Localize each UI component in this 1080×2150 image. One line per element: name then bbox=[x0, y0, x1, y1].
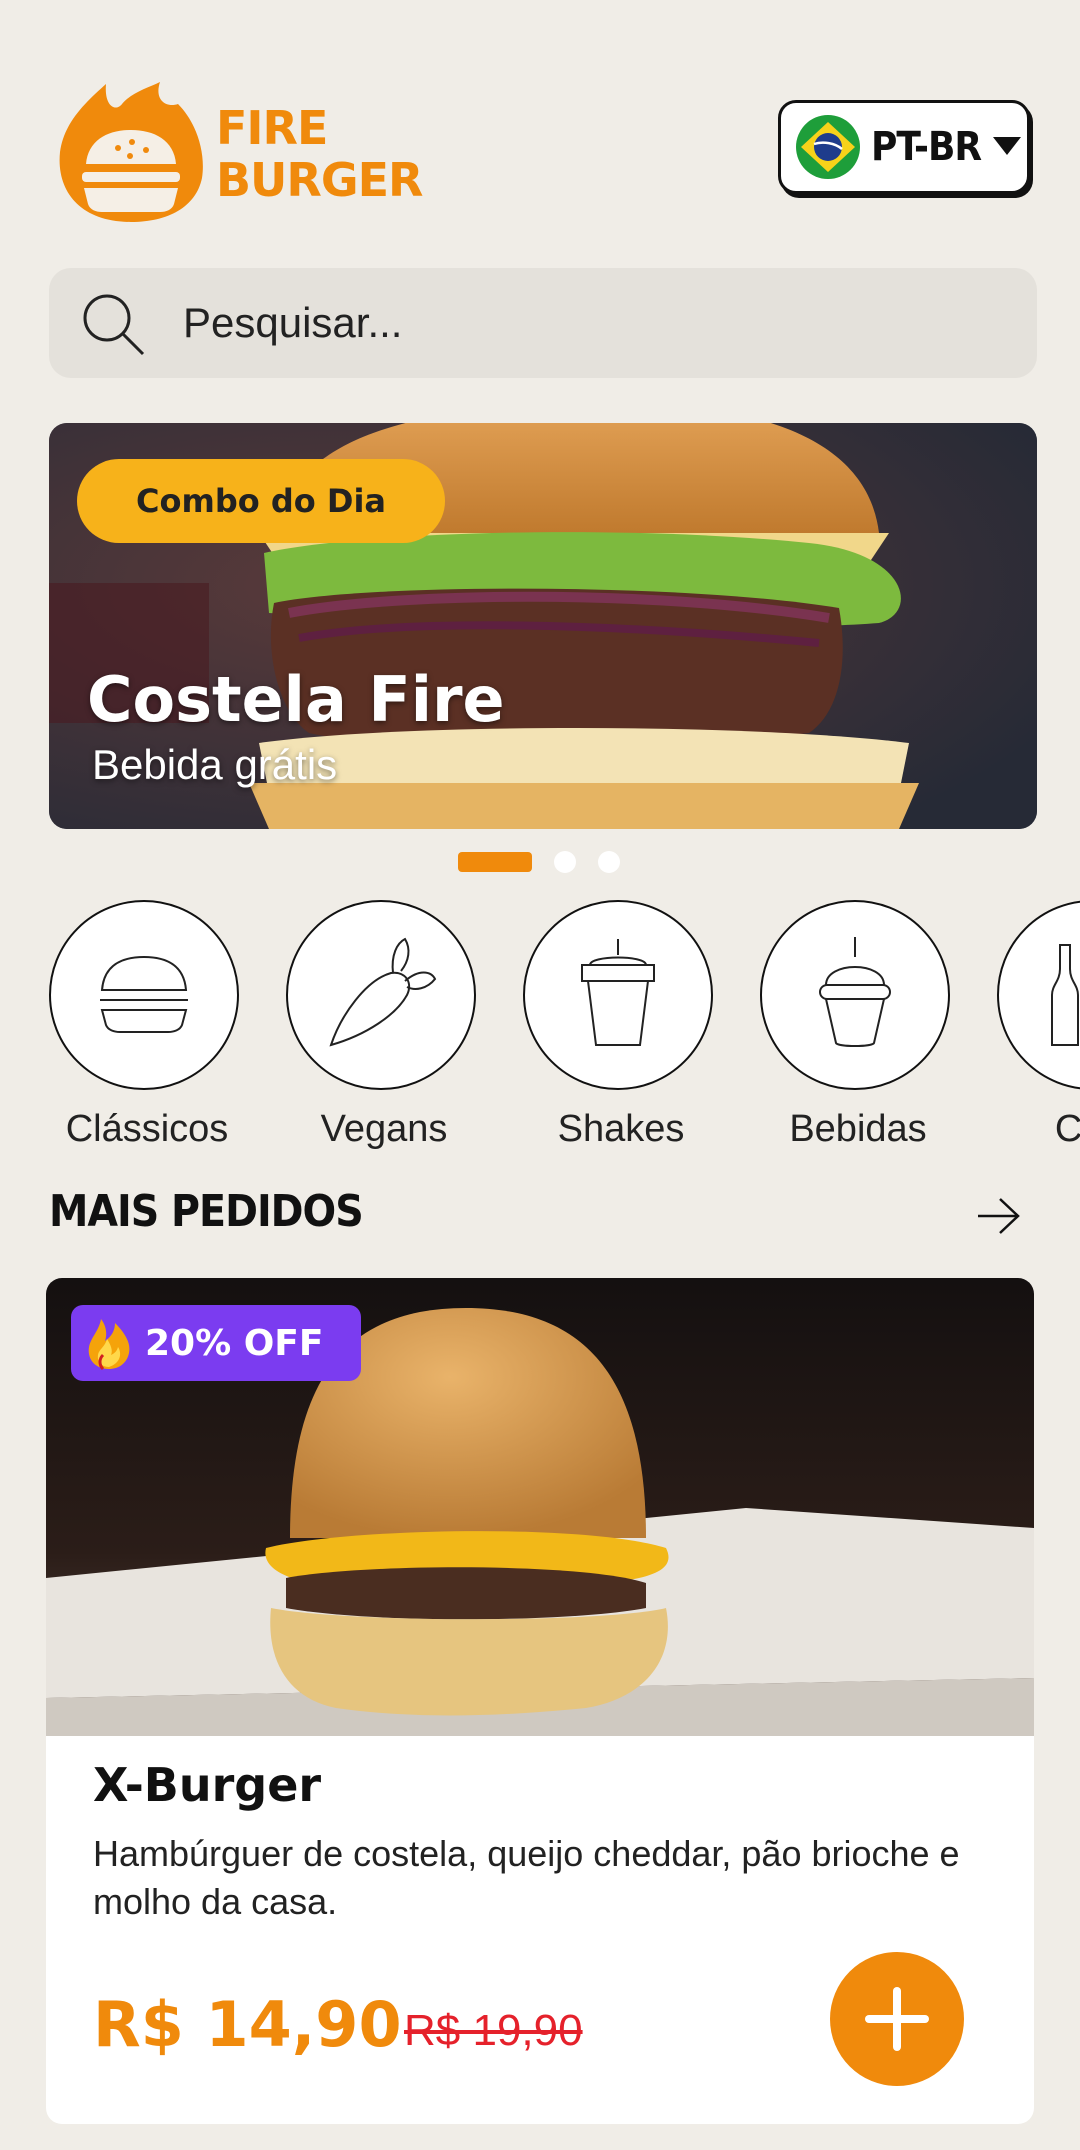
product-old-price: R$ 19,90 bbox=[404, 2006, 583, 2055]
drink-cup-icon bbox=[819, 937, 891, 1047]
chevron-down-icon bbox=[993, 137, 1022, 155]
carousel-dot-active[interactable] bbox=[458, 852, 532, 872]
discount-text: 20% OFF bbox=[145, 1322, 324, 1364]
fire-icon bbox=[88, 1319, 130, 1371]
search-icon bbox=[83, 294, 145, 356]
carousel-dot[interactable] bbox=[554, 851, 576, 873]
app-screen: FIRE BURGER PT-BR Pesquisar... Combo do … bbox=[0, 0, 1080, 2150]
brand-line-1: FIRE bbox=[216, 101, 328, 155]
category-label: Bebidas bbox=[789, 1108, 927, 1150]
fire-burger-logo[interactable]: FIRE BURGER bbox=[56, 82, 436, 228]
plus-icon bbox=[865, 1987, 929, 2051]
promo-banner[interactable]: Combo do Dia Costela Fire Bebida grátis bbox=[49, 423, 1037, 829]
category-list: Clássicos Vegans Shakes Bebidas C bbox=[49, 900, 1080, 1170]
category-item-classicos[interactable]: Clássicos bbox=[49, 900, 245, 1150]
section-title: MAIS PEDIDOS bbox=[49, 1186, 364, 1237]
language-code: PT-BR bbox=[871, 124, 982, 170]
carrot-icon bbox=[329, 937, 437, 1047]
category-label: Vegans bbox=[320, 1108, 448, 1150]
banner-title: Costela Fire bbox=[87, 663, 505, 736]
brand-name: FIRE BURGER bbox=[216, 101, 423, 207]
bottle-icon bbox=[1051, 944, 1079, 1046]
category-item-bebidas[interactable]: Bebidas bbox=[760, 900, 956, 1150]
product-name: X-Burger bbox=[93, 1758, 322, 1812]
combo-badge: Combo do Dia bbox=[77, 459, 445, 543]
category-label: Clássicos bbox=[65, 1108, 229, 1150]
product-card[interactable]: 20% OFF X-Burger Hambúrguer de costela, … bbox=[46, 1278, 1034, 2124]
carousel-indicator bbox=[458, 850, 620, 874]
burger-icon bbox=[100, 955, 188, 1033]
category-item-shakes[interactable]: Shakes bbox=[523, 900, 719, 1150]
category-item-combos[interactable]: Com bbox=[997, 900, 1080, 1150]
shake-cup-icon bbox=[581, 939, 655, 1046]
discount-badge: 20% OFF bbox=[71, 1305, 361, 1381]
arrow-right-icon[interactable] bbox=[976, 1196, 1022, 1236]
add-to-cart-button[interactable] bbox=[830, 1952, 964, 2086]
banner-subtitle: Bebida grátis bbox=[92, 741, 338, 788]
search-bar[interactable]: Pesquisar... bbox=[49, 268, 1037, 378]
product-price: R$ 14,90 bbox=[93, 1988, 402, 2061]
flame-burger-logo-icon bbox=[59, 82, 203, 222]
search-input[interactable]: Pesquisar... bbox=[183, 299, 402, 347]
category-label: Com bbox=[1054, 1108, 1080, 1150]
brand-line-2: BURGER bbox=[216, 153, 423, 207]
product-description: Hambúrguer de costela, queijo cheddar, p… bbox=[93, 1833, 960, 1922]
brazil-flag-icon bbox=[796, 115, 860, 179]
language-selector[interactable]: PT-BR bbox=[778, 100, 1030, 194]
category-item-vegans[interactable]: Vegans bbox=[286, 900, 482, 1150]
carousel-dot[interactable] bbox=[598, 851, 620, 873]
category-label: Shakes bbox=[557, 1108, 685, 1150]
